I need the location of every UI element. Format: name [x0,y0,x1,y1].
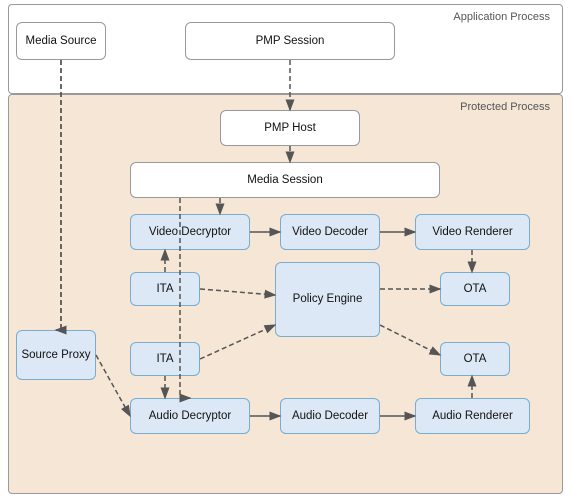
ota-top-box: OTA [440,272,510,306]
pmp-session-label: PMP Session [256,34,325,49]
media-session-box: Media Session [130,162,440,198]
audio-renderer-label: Audio Renderer [432,409,513,424]
video-decryptor-box: Video Decryptor [130,214,250,250]
ita-top-box: ITA [130,272,200,306]
app-process-label: Application Process [453,11,550,23]
source-proxy-box: Source Proxy [16,330,96,380]
source-proxy-label: Source Proxy [21,348,90,363]
ita-top-label: ITA [156,282,173,297]
ita-bottom-label: ITA [156,352,173,367]
ita-bottom-box: ITA [130,342,200,376]
audio-renderer-box: Audio Renderer [415,398,530,434]
pmp-host-label: PMP Host [264,121,316,136]
video-decoder-label: Video Decoder [292,225,368,240]
ota-bottom-box: OTA [440,342,510,376]
ota-bottom-label: OTA [464,352,487,367]
audio-decoder-box: Audio Decoder [280,398,380,434]
pmp-host-box: PMP Host [220,110,360,146]
audio-decryptor-label: Audio Decryptor [149,409,231,424]
video-renderer-label: Video Renderer [432,225,512,240]
media-source-box: Media Source [16,22,106,60]
pmp-session-box: PMP Session [185,22,395,60]
video-decoder-box: Video Decoder [280,214,380,250]
media-session-label: Media Session [247,173,322,188]
protected-process-label: Protected Process [460,101,550,113]
media-source-label: Media Source [26,34,97,49]
policy-engine-box: Policy Engine [275,262,380,337]
video-renderer-box: Video Renderer [415,214,530,250]
policy-engine-label: Policy Engine [293,292,363,307]
video-decryptor-label: Video Decryptor [149,225,231,240]
audio-decryptor-box: Audio Decryptor [130,398,250,434]
audio-decoder-label: Audio Decoder [292,409,368,424]
diagram-container: Application Process Protected Process Me… [0,0,571,502]
ota-top-label: OTA [464,282,487,297]
